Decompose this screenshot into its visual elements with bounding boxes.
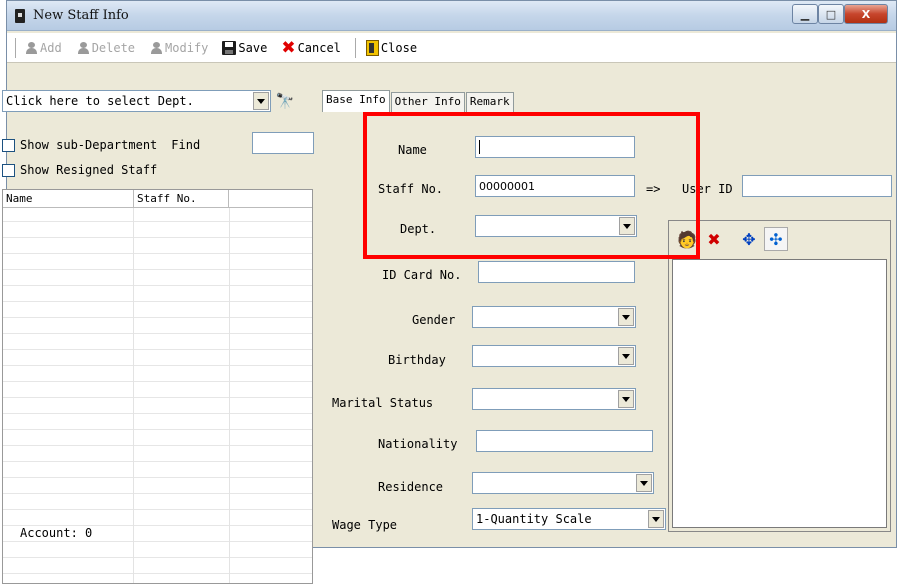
minimize-button[interactable]: ▁	[792, 4, 818, 24]
grid-column-divider	[133, 208, 134, 583]
save-label: Save	[238, 40, 268, 55]
user-id-label: User ID	[682, 182, 733, 196]
add-label: Add	[40, 40, 62, 55]
dept-selector[interactable]: Click here to select Dept.	[2, 90, 271, 112]
chevron-down-icon[interactable]	[619, 217, 635, 235]
show-sub-department-label: Show sub-Department	[20, 138, 158, 152]
birthday-label: Birthday	[388, 353, 446, 367]
modify-button[interactable]: Modify	[149, 41, 208, 55]
user-id-input[interactable]	[742, 175, 892, 197]
add-person-icon	[24, 41, 38, 54]
tab-base-info[interactable]: Base Info	[322, 90, 390, 112]
close-window-button[interactable]: X	[844, 4, 888, 24]
account-count: Account: 0	[20, 526, 93, 540]
exit-door-icon	[365, 39, 379, 56]
column-header-name[interactable]: Name	[3, 190, 134, 208]
staff-list-grid[interactable]: Name Staff No.	[2, 189, 313, 584]
toolbar: Add Delete Modify Save ✖ Cancel Close	[7, 33, 896, 63]
show-sub-department-row[interactable]: Show sub-Department Find	[2, 136, 200, 154]
marital-status-label: Marital Status	[332, 396, 434, 410]
show-sub-department-checkbox[interactable]	[2, 138, 15, 152]
id-card-label: ID Card No.	[382, 268, 462, 282]
delete-label: Delete	[91, 40, 136, 55]
show-resigned-row[interactable]: Show Resigned Staff	[2, 161, 157, 179]
grid-header: Name Staff No.	[3, 190, 312, 208]
name-input[interactable]	[475, 136, 635, 158]
text-caret	[479, 140, 480, 154]
column-header-staff-no[interactable]: Staff No.	[134, 190, 229, 208]
arrow-label: =>	[646, 182, 661, 196]
birthday-combo[interactable]	[472, 345, 636, 367]
cancel-label: Cancel	[297, 40, 341, 55]
photo-area[interactable]	[672, 259, 887, 528]
photo-toolbar: 🧑 ✖ ✥ ✣	[675, 224, 791, 254]
dept-label: Dept.	[400, 222, 437, 236]
maximize-button[interactable]: □	[818, 4, 844, 24]
find-input[interactable]	[252, 132, 314, 154]
staff-no-label: Staff No.	[378, 182, 444, 196]
nationality-input[interactable]	[476, 430, 653, 452]
chevron-down-icon[interactable]	[253, 92, 269, 110]
cancel-button[interactable]: ✖ Cancel	[281, 37, 341, 58]
residence-combo[interactable]	[472, 472, 654, 494]
move-photo-icon[interactable]: ✣	[764, 227, 788, 251]
photo-panel: 🧑 ✖ ✥ ✣	[668, 220, 891, 532]
chevron-down-icon[interactable]	[636, 474, 652, 492]
wage-type-label: Wage Type	[332, 518, 398, 532]
title-bar[interactable]: New Staff Info ▁ □ X	[7, 1, 896, 31]
marital-status-combo[interactable]	[472, 388, 636, 410]
save-button[interactable]: Save	[222, 40, 268, 55]
delete-photo-icon[interactable]: ✖	[702, 227, 726, 251]
modify-label: Modify	[165, 40, 209, 55]
staff-no-value: 00000001	[479, 180, 535, 193]
tab-remark[interactable]: Remark	[465, 92, 514, 112]
capture-photo-icon[interactable]: 🧑	[675, 227, 699, 251]
staff-no-input[interactable]: 00000001	[475, 175, 635, 197]
chevron-down-icon[interactable]	[618, 347, 634, 365]
grid-column-divider	[229, 208, 230, 583]
delete-button[interactable]: Delete	[76, 41, 135, 55]
chevron-down-icon[interactable]	[618, 390, 634, 408]
show-resigned-checkbox[interactable]	[2, 163, 15, 177]
find-label: Find	[171, 138, 201, 152]
close-label: Close	[380, 40, 418, 55]
gender-label: Gender	[412, 313, 456, 327]
chevron-down-icon[interactable]	[648, 510, 664, 528]
tab-other-info[interactable]: Other Info	[390, 92, 465, 112]
toolbar-grip[interactable]	[15, 37, 18, 58]
binoculars-search-icon[interactable]: 🔭	[274, 90, 296, 112]
save-icon	[222, 40, 237, 55]
window-controls: ▁ □ X	[792, 4, 888, 24]
wage-type-value: 1-Quantity Scale	[476, 512, 592, 526]
window-title: New Staff Info	[33, 8, 129, 23]
delete-person-icon	[76, 41, 90, 54]
app-icon	[15, 9, 25, 23]
nationality-label: Nationality	[378, 437, 458, 451]
close-button[interactable]: Close	[365, 39, 418, 56]
toolbar-separator	[354, 37, 356, 58]
dept-combo[interactable]	[475, 215, 637, 237]
add-button[interactable]: Add	[24, 41, 62, 55]
name-label: Name	[398, 143, 427, 157]
modify-person-icon	[149, 41, 163, 54]
department-staff-pane: Click here to select Dept. 🔭 Show sub-De…	[0, 62, 314, 584]
id-card-input[interactable]	[478, 261, 635, 283]
cancel-icon: ✖	[281, 37, 296, 58]
wage-type-combo[interactable]: 1-Quantity Scale	[472, 508, 666, 530]
dept-selector-value: Click here to select Dept.	[6, 94, 194, 108]
info-tabs: Base Info Other Info Remark	[322, 90, 515, 112]
gender-combo[interactable]	[472, 306, 636, 328]
fit-photo-icon[interactable]: ✥	[737, 227, 761, 251]
show-resigned-label: Show Resigned Staff	[20, 163, 158, 177]
residence-label: Residence	[378, 480, 444, 494]
chevron-down-icon[interactable]	[618, 308, 634, 326]
